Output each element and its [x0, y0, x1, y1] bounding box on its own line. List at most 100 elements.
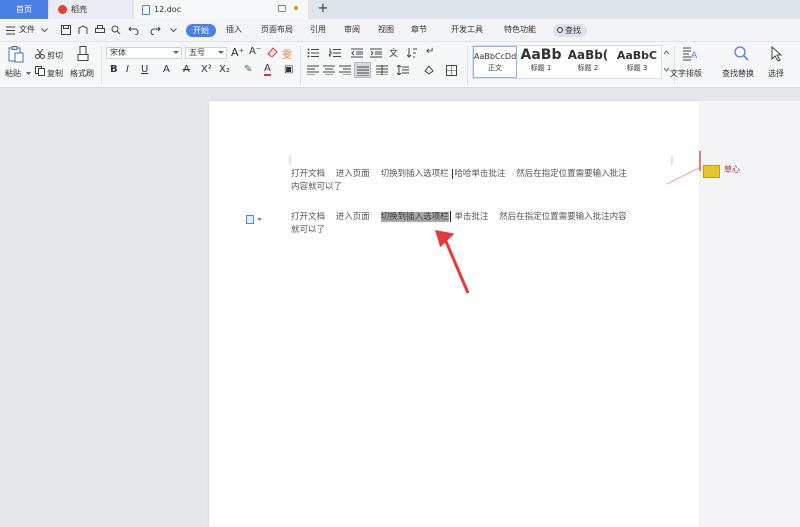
italic-icon[interactable]: I [126, 64, 129, 75]
distributed-icon[interactable] [376, 65, 388, 75]
numbered-list-icon[interactable] [329, 48, 341, 58]
align-right-icon[interactable] [339, 65, 351, 75]
font-name-value: 宋体 [110, 48, 126, 57]
shading-icon[interactable] [423, 65, 435, 75]
hamburger-icon[interactable] [6, 26, 15, 35]
select-button[interactable]: 选择 [768, 68, 784, 79]
chevron-down-icon[interactable] [41, 28, 48, 33]
margin-mark-top-left [289, 155, 291, 165]
style-heading-3[interactable]: AaBbC 标题 3 [613, 46, 661, 78]
text-cursor [449, 211, 451, 222]
search-label: 查找 [565, 26, 581, 35]
menu-section[interactable]: 章节 [411, 24, 427, 35]
tab-document[interactable]: 12.doc [134, 0, 308, 19]
style-normal-name: 正文 [488, 64, 502, 72]
decrease-indent-icon[interactable] [351, 48, 363, 58]
tab-home-label: 首页 [16, 5, 32, 14]
comment-author[interactable]: 草心 [724, 164, 740, 175]
highlight-icon[interactable]: ✎ [244, 64, 252, 75]
grow-font-icon[interactable]: A⁺ [231, 46, 244, 59]
sort-icon[interactable] [407, 48, 417, 58]
tab-bar: 首页 稻壳 12.doc + [0, 0, 800, 19]
style-heading-1[interactable]: AaBb 标题 1 [519, 46, 563, 78]
show-marks-icon[interactable]: ↵ [426, 46, 434, 57]
font-color-icon[interactable]: A [264, 64, 271, 76]
new-tab-button[interactable]: + [316, 1, 330, 16]
paragraph-handle-icon[interactable] [246, 215, 254, 224]
subscript-icon[interactable]: X₂ [219, 64, 230, 75]
justify-button[interactable] [354, 62, 371, 78]
paragraph-2[interactable]: 打开文档 进入页面 切换到插入选项栏 单击批注 然后在指定位置需要输入批注内容 … [291, 211, 683, 237]
bold-icon[interactable]: B [110, 64, 118, 75]
styles-scroll-icon[interactable] [664, 50, 669, 72]
underline-icon[interactable]: U [141, 64, 148, 75]
menu-review[interactable]: 审阅 [344, 24, 360, 35]
text-effect-icon[interactable]: A [163, 64, 170, 75]
unsaved-dot-icon [294, 6, 298, 10]
ribbon-separator [101, 46, 102, 84]
line-spacing-icon[interactable] [397, 65, 409, 75]
monitor-icon[interactable] [278, 5, 286, 12]
menu-page-layout[interactable]: 页面布局 [261, 24, 293, 35]
print-icon[interactable] [95, 25, 105, 35]
style-heading-2[interactable]: AaBb( 标题 2 [565, 46, 611, 78]
daoke-logo-icon [58, 5, 67, 14]
menu-view[interactable]: 视图 [378, 24, 394, 35]
style-heading-1-name: 标题 1 [530, 64, 552, 72]
find-replace-button[interactable]: 查找替换 [722, 68, 754, 79]
format-painter-button[interactable]: 格式刷 [70, 68, 94, 79]
quick-access-chevron-icon[interactable] [170, 28, 177, 33]
ribbon-toolbar: 粘贴 剪切 复制 格式刷 宋体 五号 A⁺ A⁻ 雯 B I U A A X² … [0, 42, 800, 88]
borders-icon[interactable] [446, 65, 457, 76]
increase-indent-icon[interactable] [370, 48, 382, 58]
text-layout-button[interactable]: 文字排版 [670, 68, 702, 79]
print-preview-icon[interactable] [111, 25, 121, 35]
find-replace-icon[interactable] [734, 46, 749, 62]
menu-file[interactable]: 文件 [19, 24, 35, 35]
comment-pane: 草心 [699, 101, 800, 527]
align-center-icon[interactable] [323, 65, 335, 75]
text-layout-icon[interactable]: A [682, 46, 698, 62]
phonetic-guide-icon[interactable]: 雯 [282, 46, 292, 61]
redo-icon[interactable] [150, 25, 161, 35]
chinese-layout-icon[interactable]: 文 [389, 46, 398, 59]
tab-daoke[interactable]: 稻壳 [50, 0, 132, 19]
ribbon-separator [467, 46, 468, 84]
selected-text[interactable]: 切换到插入选项栏 [380, 212, 449, 222]
font-size-select[interactable]: 五号 [185, 47, 227, 59]
clear-format-icon[interactable] [267, 47, 278, 57]
shrink-font-icon[interactable]: A⁻ [249, 46, 261, 57]
styles-gallery: AaBbCcDd 正文 AaBb 标题 1 AaBb( 标题 2 AaBbC 标… [472, 45, 662, 79]
select-cursor-icon[interactable] [771, 46, 783, 62]
paragraph-1[interactable]: 打开文档 进入页面 切换到插入选项栏 哈哈单击批注 然后在指定位置需要输入批注 … [291, 168, 683, 194]
align-left-icon[interactable] [307, 65, 319, 75]
document-page[interactable]: 打开文档 进入页面 切换到插入选项栏 哈哈单击批注 然后在指定位置需要输入批注 … [209, 101, 699, 527]
font-name-select[interactable]: 宋体 [106, 47, 182, 59]
menu-special-features[interactable]: 特色功能 [504, 24, 536, 35]
strikethrough-icon[interactable]: A [183, 64, 190, 75]
copy-button[interactable]: 复制 [47, 68, 63, 79]
superscript-icon[interactable]: X² [201, 64, 212, 75]
format-painter-icon[interactable] [77, 46, 89, 62]
menu-developer[interactable]: 开发工具 [451, 24, 483, 35]
style-normal[interactable]: AaBbCcDd 正文 [473, 46, 517, 78]
style-heading-1-sample: AaBb [520, 47, 562, 63]
style-heading-2-sample: AaBb( [567, 48, 609, 62]
tab-home[interactable]: 首页 [0, 0, 48, 19]
style-heading-3-sample: AaBbC [616, 49, 658, 62]
character-border-icon[interactable]: ▣ [284, 64, 293, 75]
export-icon[interactable] [78, 25, 88, 35]
undo-icon[interactable] [128, 25, 139, 35]
cut-button[interactable]: 剪切 [47, 50, 63, 61]
menu-insert[interactable]: 插入 [226, 24, 242, 35]
save-icon[interactable] [61, 25, 71, 35]
tab-document-label: 12.doc [154, 5, 182, 14]
menu-references[interactable]: 引用 [310, 24, 326, 35]
search-command[interactable]: 查找 [553, 24, 587, 37]
bullet-list-icon[interactable] [307, 48, 319, 58]
tab-start[interactable]: 开始 [186, 24, 216, 37]
paste-button[interactable]: 粘贴 [5, 68, 21, 79]
paragraph-handle-dropdown-icon[interactable] [257, 218, 262, 222]
paste-icon[interactable] [8, 46, 24, 63]
paste-dropdown-icon[interactable] [26, 72, 31, 76]
